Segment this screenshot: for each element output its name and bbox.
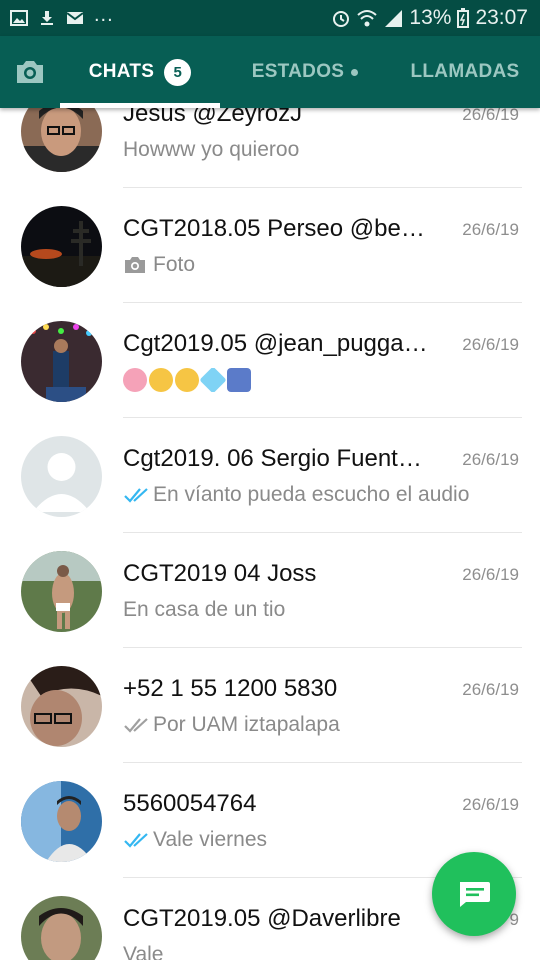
gem-emoji-icon — [199, 368, 227, 392]
tab-chats[interactable]: CHATS 5 — [60, 36, 220, 108]
chat-name: CGT2019.05 @Daverlibre — [123, 905, 401, 932]
tab-llamadas-label: LLAMADAS — [410, 61, 520, 82]
battery-percent: 13% — [409, 6, 452, 29]
avatar — [21, 321, 102, 402]
download-icon — [41, 11, 53, 25]
image-icon — [10, 10, 28, 26]
drooling-face-emoji-icon — [175, 368, 199, 392]
status-bar: ... 13% 23:07 — [0, 0, 540, 36]
camera-icon — [17, 61, 43, 83]
chat-message: Por UAM iztapalapa — [153, 713, 340, 736]
chat-name: CGT2019 04 Joss — [123, 560, 317, 587]
chat-name: Cgt2019.05 @jean_pugga… — [123, 330, 428, 357]
avatar — [21, 896, 102, 960]
avatar — [21, 206, 102, 287]
tab-llamadas[interactable]: LLAMADAS — [390, 36, 540, 108]
new-status-dot — [351, 68, 359, 76]
chat-date: 26/6/19 — [462, 680, 519, 699]
chat-row[interactable]: Jesus @ZeyrozJ 26/6/19 Howww yo quieroo — [0, 108, 540, 188]
new-chat-icon — [460, 882, 490, 907]
tab-estados-label: ESTADOS — [251, 61, 345, 82]
alarm-icon — [333, 11, 350, 27]
unread-badge: 5 — [164, 58, 192, 86]
chat-preview: En casa de un tio — [123, 598, 523, 622]
chat-name: Jesus @ZeyrozJ — [123, 108, 303, 127]
chat-message: En casa de un tio — [123, 598, 286, 621]
chat-date: 26/6/19 — [462, 108, 519, 124]
chat-message: Vale viernes — [153, 828, 268, 851]
chat-date: 26/6/19 — [462, 450, 519, 469]
camera-icon — [125, 257, 145, 273]
battery-icon — [457, 8, 470, 28]
chat-name: Cgt2019. 06 Sergio Fuent… — [123, 445, 422, 472]
tab-chats-label: CHATS — [88, 61, 155, 82]
chat-message: Vale — [123, 943, 164, 960]
pig-nose-emoji-icon — [123, 368, 147, 392]
avatar — [21, 781, 102, 862]
chat-preview: Foto — [123, 253, 523, 277]
chat-preview: Vale — [123, 943, 523, 960]
chat-row[interactable]: Cgt2019.05 @jean_pugga… 26/6/19 — [0, 303, 540, 418]
avatar — [21, 108, 102, 172]
avatar — [21, 551, 102, 632]
wifi-icon — [357, 10, 378, 27]
signal-icon — [385, 10, 403, 27]
new-chat-button[interactable] — [432, 852, 516, 936]
chat-preview: Howww yo quieroo — [123, 138, 523, 162]
double-down-arrow-emoji-icon — [227, 368, 251, 392]
chat-row[interactable]: CGT2019 04 Joss 26/6/19 En casa de un ti… — [0, 533, 540, 648]
chat-preview — [123, 368, 523, 392]
active-tab-indicator — [60, 103, 220, 108]
chat-row[interactable]: CGT2018.05 Perseo @be… 26/6/19 Foto — [0, 188, 540, 303]
chat-date: 26/6/19 — [462, 335, 519, 354]
double-check-gray-icon — [124, 718, 148, 733]
chat-name: CGT2018.05 Perseo @be… — [123, 215, 425, 242]
chat-message: Foto — [153, 253, 196, 276]
chat-name: 5560054764 — [123, 790, 257, 817]
double-check-blue-icon — [124, 833, 148, 848]
more-notifications: ... — [94, 3, 114, 26]
chat-row[interactable]: Cgt2019. 06 Sergio Fuent… 26/6/19 En vía… — [0, 418, 540, 533]
tab-estados[interactable]: ESTADOS — [220, 36, 390, 108]
clock: 23:07 — [475, 6, 528, 29]
drooling-face-emoji-icon — [149, 368, 173, 392]
chat-message: En víanto pueda escucho el audio — [153, 483, 470, 506]
chat-list[interactable]: Jesus @ZeyrozJ 26/6/19 Howww yo quieroo … — [0, 108, 540, 960]
chat-preview: En víanto pueda escucho el audio — [123, 483, 523, 507]
tab-bar: CHATS 5 ESTADOS LLAMADAS — [0, 36, 540, 108]
chat-preview: Vale viernes — [123, 828, 523, 852]
double-check-blue-icon — [124, 488, 148, 503]
default-avatar — [21, 436, 102, 517]
chat-date: 26/6/19 — [462, 565, 519, 584]
chat-preview: Por UAM iztapalapa — [123, 713, 523, 737]
chat-message: Howww yo quieroo — [123, 138, 300, 161]
avatar — [21, 666, 102, 747]
chat-name: +52 1 55 1200 5830 — [123, 675, 338, 702]
chat-date: 26/6/19 — [462, 795, 519, 814]
mail-icon — [66, 12, 84, 24]
chat-row[interactable]: +52 1 55 1200 5830 26/6/19 Por UAM iztap… — [0, 648, 540, 763]
camera-button[interactable] — [0, 36, 60, 108]
chat-date: 26/6/19 — [462, 220, 519, 239]
